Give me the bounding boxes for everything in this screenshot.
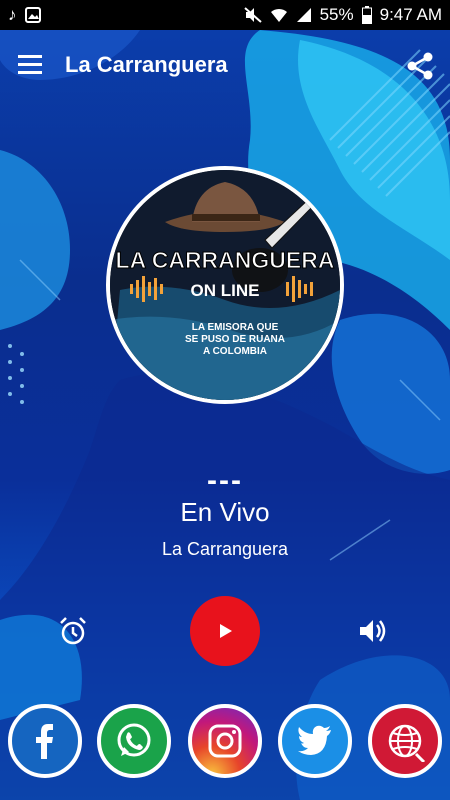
logo-tagline-1: LA EMISORA QUE xyxy=(192,322,279,333)
website-button[interactable] xyxy=(368,704,442,778)
facebook-button[interactable] xyxy=(8,704,82,778)
track-subtitle: En Vivo xyxy=(180,497,270,527)
status-bar: ♪ 55% 9:47 AM xyxy=(0,0,450,30)
logo-title: LA CARRANGUERA xyxy=(116,247,335,273)
facebook-icon xyxy=(36,724,53,759)
logo-tagline-2: SE PUSO DE RUANA xyxy=(185,334,285,345)
twitter-button[interactable] xyxy=(278,704,352,778)
logo-tagline-3: A COLOMBIA xyxy=(203,346,267,357)
app-bar: La Carranguera xyxy=(0,30,450,102)
logo-subtitle: ON LINE xyxy=(191,281,260,300)
twitter-icon xyxy=(298,725,331,755)
mute-icon xyxy=(243,7,262,23)
instagram-button[interactable] xyxy=(188,704,262,778)
app-title: La Carranguera xyxy=(65,52,228,77)
track-title: --- xyxy=(207,464,243,497)
station-logo: LA CARRANGUERA ON LINE LA EMISORA QUE SE… xyxy=(106,166,344,404)
globe-icon xyxy=(388,724,426,762)
share-icon[interactable] xyxy=(404,50,436,82)
whatsapp-icon xyxy=(117,723,151,757)
battery-percent: 55% xyxy=(319,5,354,24)
battery-icon xyxy=(361,6,372,24)
station-name: La Carranguera xyxy=(161,539,289,559)
play-icon xyxy=(220,624,232,638)
volume-icon[interactable] xyxy=(356,614,390,648)
play-button[interactable] xyxy=(190,596,260,666)
logo-art: LA CARRANGUERA ON LINE LA EMISORA QUE SE… xyxy=(110,170,340,400)
app-screen: ♪ 55% 9:47 AM La Carranguera LA CARRANGU… xyxy=(0,0,450,800)
clock: 9:47 AM xyxy=(379,5,442,24)
menu-icon[interactable] xyxy=(14,48,48,82)
whatsapp-button[interactable] xyxy=(97,704,171,778)
alarm-icon[interactable] xyxy=(56,614,90,648)
image-icon xyxy=(24,7,41,23)
music-note-icon: ♪ xyxy=(8,5,17,24)
instagram-icon xyxy=(208,724,242,758)
wifi-icon xyxy=(270,8,287,22)
signal-icon xyxy=(296,8,311,22)
